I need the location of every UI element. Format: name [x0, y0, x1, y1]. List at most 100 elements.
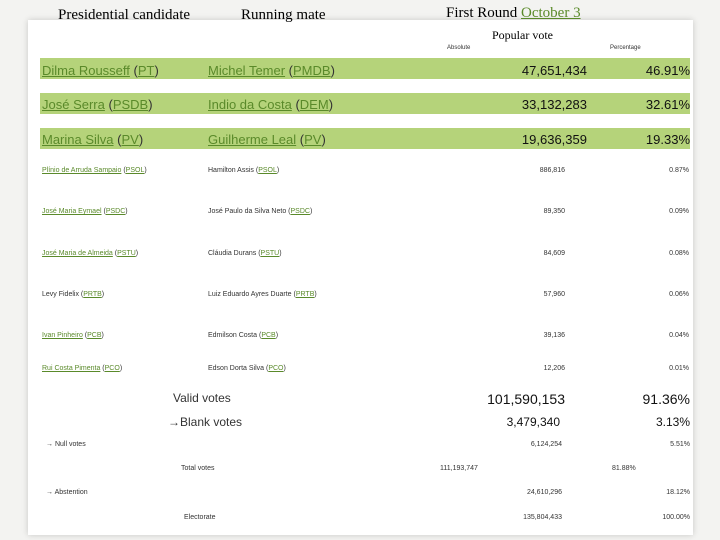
- running-mate-text: Cláudia Durans: [208, 250, 257, 257]
- null-votes-label: → Null votes: [46, 441, 86, 448]
- running-mate-text: Luiz Eduardo Ayres Duarte: [208, 291, 292, 298]
- percentage-header: Percentage: [610, 45, 641, 51]
- arrow-right-icon: →: [46, 489, 55, 496]
- running-mate-column-header: Running mate: [241, 7, 326, 23]
- abstention-value: 24,610,296: [526, 489, 562, 496]
- candidate-name: Dilma Rousseff (PT): [42, 63, 159, 78]
- absolute-header: Absolute: [447, 45, 471, 51]
- candidate-name: Marina Silva (PV): [42, 132, 144, 147]
- vote-percentage: 0.04%: [669, 332, 689, 339]
- candidate-link[interactable]: José Maria Eymael: [42, 208, 102, 215]
- null-votes-pct: 5.51%: [670, 441, 690, 448]
- arrow-right-icon: →: [168, 415, 180, 429]
- candidate-name: José Serra (PSDB): [42, 97, 153, 112]
- candidate-name: Plínio de Arruda Sampaio (PSOL): [42, 167, 147, 174]
- party-link[interactable]: PV: [121, 132, 138, 147]
- absolute-votes: 84,609: [543, 250, 565, 257]
- party-link[interactable]: PSDC: [291, 208, 310, 215]
- candidate-text: Levy Fidelix: [42, 291, 79, 298]
- absolute-votes: 33,132,283: [521, 97, 587, 112]
- absolute-votes: 39,136: [543, 332, 565, 339]
- round-date-link[interactable]: October 3: [521, 5, 581, 21]
- candidate-link[interactable]: Rui Costa Pimenta: [42, 365, 100, 372]
- candidate-column-header: Presidential candidate: [58, 7, 191, 23]
- candidate-name: José Maria Eymael (PSDC): [42, 208, 128, 215]
- party-link[interactable]: PT: [138, 63, 155, 78]
- party-link[interactable]: PRTB: [296, 291, 315, 298]
- vote-percentage: 46.91%: [645, 63, 690, 78]
- party-link[interactable]: PCO: [268, 365, 283, 372]
- electorate-value: 135,804,433: [523, 514, 562, 521]
- vote-percentage: 0.08%: [669, 250, 689, 257]
- vote-percentage: 32.61%: [645, 97, 690, 112]
- running-mate-link[interactable]: Guilherme Leal: [208, 132, 296, 147]
- running-mate-name: José Paulo da Silva Neto (PSDC): [208, 208, 313, 215]
- party-link[interactable]: PCB: [87, 332, 101, 339]
- candidate-name: Ivan Pinheiro (PCB): [42, 332, 104, 339]
- running-mate-text: Edson Dorta Silva: [208, 365, 265, 372]
- electorate-pct: 100.00%: [662, 514, 690, 521]
- valid-votes-pct: 91.36%: [642, 391, 690, 407]
- candidate-name: Levy Fidelix (PRTB): [42, 291, 105, 298]
- running-mate-text: José Paulo da Silva Neto: [208, 208, 287, 215]
- abstention-label: → Abstention: [46, 489, 88, 496]
- party-link[interactable]: PCO: [105, 365, 120, 372]
- absolute-votes: 47,651,434: [521, 63, 587, 78]
- absolute-votes: 12,206: [543, 365, 565, 372]
- party-link[interactable]: PCB: [261, 332, 275, 339]
- party-link[interactable]: DEM: [300, 97, 329, 112]
- running-mate-text: Edmilson Costa: [208, 332, 258, 339]
- valid-votes-label: Valid votes: [173, 391, 231, 405]
- running-mate-name: Michel Temer (PMDB): [208, 63, 335, 78]
- running-mate-name: Cláudia Durans (PSTU): [208, 250, 282, 257]
- party-link[interactable]: PSTU: [261, 250, 280, 257]
- running-mate-name: Hamilton Assis (PSOL): [208, 167, 280, 174]
- blank-votes-label: →Blank votes: [168, 415, 243, 429]
- running-mate-name: Guilherme Leal (PV): [208, 132, 326, 147]
- vote-percentage: 0.09%: [669, 208, 689, 215]
- running-mate-link[interactable]: Michel Temer: [208, 63, 285, 78]
- vote-percentage: 0.87%: [669, 167, 689, 174]
- electorate-label: Electorate: [184, 514, 216, 521]
- valid-votes-value: 101,590,153: [487, 391, 565, 407]
- total-votes-pct: 81.88%: [612, 465, 636, 472]
- party-link[interactable]: PRTB: [83, 291, 102, 298]
- total-votes-value: 111,193,747: [440, 465, 478, 472]
- null-votes-value: 6,124,254: [530, 441, 562, 448]
- party-link[interactable]: PSOL: [126, 167, 145, 174]
- party-link[interactable]: PV: [304, 132, 321, 147]
- absolute-votes: 89,350: [543, 208, 565, 215]
- candidate-link[interactable]: Plínio de Arruda Sampaio: [42, 167, 121, 174]
- absolute-votes: 19,636,359: [521, 132, 587, 147]
- vote-percentage: 0.06%: [669, 291, 689, 298]
- absolute-votes: 886,816: [539, 167, 565, 174]
- party-link[interactable]: PMDB: [293, 63, 331, 78]
- running-mate-name: Edmilson Costa (PCB): [208, 332, 279, 339]
- party-link[interactable]: PSOL: [258, 167, 277, 174]
- candidate-name: Rui Costa Pimenta (PCO): [42, 365, 123, 372]
- candidate-link[interactable]: José Maria de Almeida: [42, 250, 113, 257]
- candidate-link[interactable]: Ivan Pinheiro: [42, 332, 83, 339]
- candidate-link[interactable]: José Serra: [42, 97, 105, 112]
- round-label: First Round: [446, 5, 518, 21]
- total-votes-label: Total votes: [181, 465, 215, 472]
- running-mate-name: Edson Dorta Silva (PCO): [208, 365, 286, 372]
- candidate-link[interactable]: Marina Silva: [42, 132, 114, 147]
- round-header: First Round October 3: [446, 5, 581, 22]
- running-mate-text: Hamilton Assis: [208, 167, 254, 174]
- party-link[interactable]: PSTU: [117, 250, 136, 257]
- running-mate-name: Luiz Eduardo Ayres Duarte (PRTB): [208, 291, 317, 298]
- blank-votes-pct: 3.13%: [655, 415, 690, 429]
- party-link[interactable]: PSDC: [106, 208, 125, 215]
- absolute-votes: 57,960: [543, 291, 565, 298]
- abstention-pct: 18.12%: [666, 489, 690, 496]
- candidate-name: José Maria de Almeida (PSTU): [42, 250, 139, 257]
- vote-percentage: 19.33%: [645, 132, 690, 147]
- running-mate-link[interactable]: Indio da Costa: [208, 97, 292, 112]
- vote-percentage: 0.01%: [669, 365, 689, 372]
- candidate-link[interactable]: Dilma Rousseff: [42, 63, 130, 78]
- party-link[interactable]: PSDB: [113, 97, 148, 112]
- popular-vote-header: Popular vote: [492, 28, 553, 42]
- arrow-right-icon: →: [46, 441, 55, 448]
- running-mate-name: Indio da Costa (DEM): [208, 97, 334, 112]
